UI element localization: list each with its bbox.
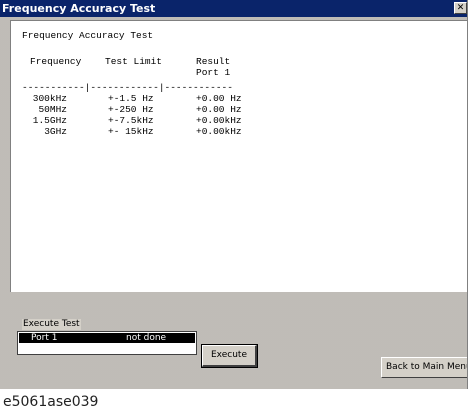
dialog-window: Frequency Accuracy Test ✕ Frequency Accu… bbox=[0, 0, 468, 389]
back-to-main-menu-button[interactable]: Back to Main Menu bbox=[381, 357, 467, 378]
list-item[interactable]: Port 1 not done bbox=[19, 333, 195, 343]
row-limit: +-250 Hz bbox=[108, 104, 154, 115]
row-result: +0.00kHz bbox=[196, 126, 242, 137]
row-frequency: 1.5GHz bbox=[32, 115, 67, 126]
port-listbox[interactable]: Port 1 not done bbox=[17, 331, 197, 355]
list-item-status: not done bbox=[126, 333, 167, 343]
row-limit: +-1.5 Hz bbox=[108, 93, 154, 104]
column-test-limit: Test Limit bbox=[105, 56, 163, 67]
close-button[interactable]: ✕ bbox=[454, 2, 467, 14]
row-limit: +-7.5kHz bbox=[108, 115, 154, 126]
row-frequency: 3GHz bbox=[44, 126, 67, 137]
list-item-port: Port 1 bbox=[31, 333, 58, 343]
report-heading: Frequency Accuracy Test bbox=[22, 30, 154, 41]
row-result: +0.00 Hz bbox=[196, 93, 242, 104]
report-area: Frequency Accuracy Test Frequency Test L… bbox=[10, 20, 467, 292]
execute-button[interactable]: Execute bbox=[201, 344, 258, 368]
column-result: Result bbox=[196, 56, 231, 67]
window-title: Frequency Accuracy Test bbox=[2, 2, 156, 15]
figure-caption: e5061ase039 bbox=[3, 394, 99, 410]
column-frequency: Frequency bbox=[30, 56, 82, 67]
row-frequency: 50MHz bbox=[38, 104, 67, 115]
title-bar[interactable]: Frequency Accuracy Test ✕ bbox=[0, 0, 467, 17]
column-result-port: Port 1 bbox=[196, 67, 231, 78]
row-limit: +- 15kHz bbox=[108, 126, 154, 137]
row-result: +0.00kHz bbox=[196, 115, 242, 126]
close-icon: ✕ bbox=[456, 3, 465, 13]
row-frequency: 300kHz bbox=[32, 93, 67, 104]
table-separator: -----------|------------|------------ bbox=[22, 82, 233, 93]
row-result: +0.00 Hz bbox=[196, 104, 242, 115]
execute-test-group-label: Execute Test bbox=[22, 319, 81, 330]
